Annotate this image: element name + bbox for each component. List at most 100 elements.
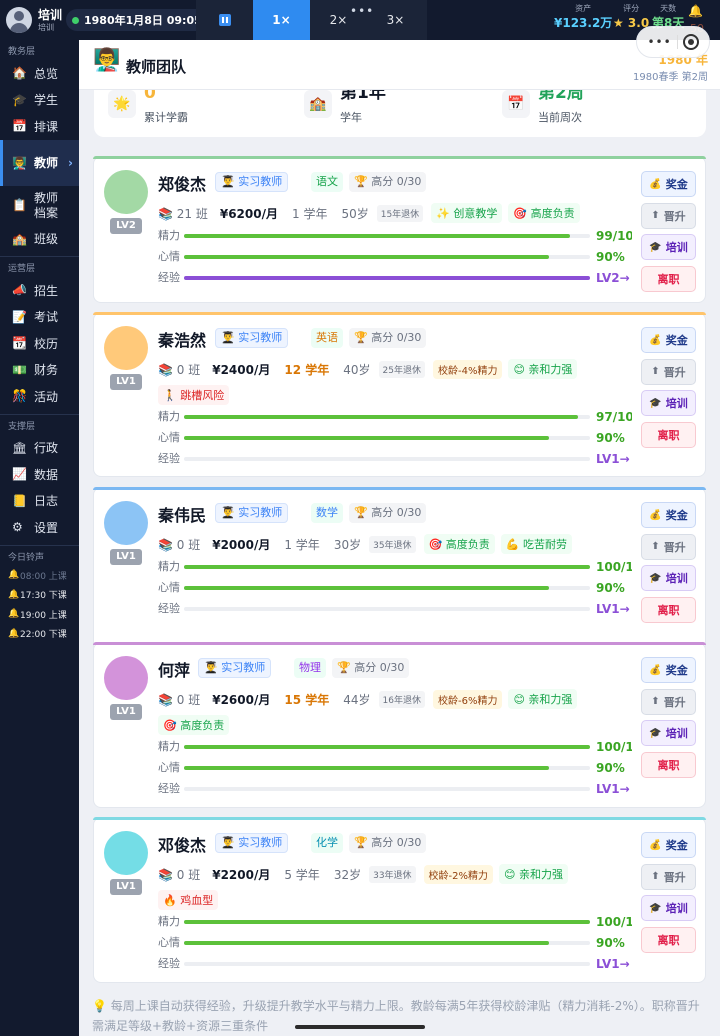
teacher-avatar[interactable] [104,656,148,700]
mood-bar: 心情 90% [158,761,630,775]
bar-track [184,255,590,259]
bar-value: 100/10 [596,915,632,929]
teacher-card: LV1 秦浩然 👨‍🎓 实习教师 英语 🏆 高分 0/30 📚 0 班 ¥2400/月 12 … [93,312,706,477]
train-button[interactable]: 🎓 培训 [641,234,696,260]
sidebar-divider [0,413,79,415]
teacher-name[interactable]: 秦浩然 [158,327,206,351]
sidebar-item-calendar[interactable]: 📆 校历 [0,330,79,357]
promote-button[interactable]: ⬆ 晋升 [641,688,696,715]
monthly-salary: ¥6200/月 [219,206,278,221]
sidebar-item-admissions[interactable]: 📣 招生 [0,277,79,304]
sidebar-item-classes[interactable]: 🏫 班级 [0,226,79,253]
dismiss-button[interactable]: 离职 [641,751,696,778]
bar-value: 90% [596,431,625,445]
promote-button[interactable]: ⬆ 晋升 [641,863,696,890]
train-button[interactable]: 🎓 培训 [641,720,696,746]
more-dots-icon[interactable]: ••• [350,4,374,18]
promote-button[interactable]: ⬆ 晋升 [641,358,696,385]
energy-bar: 精力 100/10 [158,560,632,574]
teaching-years: 1 学年 [284,537,320,552]
train-button[interactable]: 🎓 培训 [641,565,696,591]
sidebar-item-teachers[interactable]: 👨‍🏫 教师 › [0,139,79,186]
sidebar-item-label: 考试 [34,310,59,325]
footer-tip: 💡 每周上课自动获得经验，升级提升教学水平与精力上限。教龄每满5年获得校龄津贴（… [92,999,700,1033]
speed-1x-button[interactable]: 1× [253,0,310,40]
arrow-up-icon: ⬆ [651,696,660,707]
bar-value: 100/10 [596,560,632,574]
promote-button[interactable]: ⬆ 晋升 [641,533,696,560]
summary-value: 第1年 [340,90,386,103]
teacher-name[interactable]: 郑俊杰 [158,171,206,195]
pause-button[interactable] [196,0,253,40]
class-books-icon: 📚 [158,206,177,221]
speed-3x-button[interactable]: 3× [367,0,424,40]
high-score-text: 高分 0/30 [371,331,422,344]
bonus-button[interactable]: 💰 奖金 [641,502,696,528]
summary-label: 当前周次 [538,110,582,124]
header-season: 1980春季 第2周 [633,72,708,83]
teacher-name[interactable]: 秦伟民 [158,502,206,526]
teacher-name[interactable]: 邓俊杰 [158,832,206,856]
teacher-name[interactable]: 何萍 [158,657,190,681]
bonus-button[interactable]: 💰 奖金 [641,171,696,197]
bar-value: LV1→ [596,452,630,466]
teacher-cap-icon: 👨‍🎓 [204,661,222,674]
sidebar-item-activities[interactable]: 🎊 活动 [0,383,79,410]
intern-label: 实习教师 [238,506,283,519]
sidebar-item-schedule[interactable]: 📅 排课 [0,113,79,140]
sidebar-item-teacher-files[interactable]: 📋 教师档案 [0,186,79,226]
home-indicator[interactable] [295,1025,425,1029]
bonus-button[interactable]: 💰 奖金 [641,832,696,858]
sidebar-item-logs[interactable]: 📒 日志 [0,488,79,515]
teacher-avatar[interactable] [104,326,148,370]
page-title: 教师团队 [126,58,187,76]
bonus-button[interactable]: 💰 奖金 [641,657,696,683]
teacher-avatar[interactable] [104,831,148,875]
class-count-text: 0 班 [176,692,201,707]
bonus-button[interactable]: 💰 奖金 [641,327,696,353]
nav-icon: 🎊 [12,389,27,404]
dismiss-button[interactable]: 离职 [641,926,696,953]
sidebar-item-finance[interactable]: 💵 财务 [0,357,79,384]
chevron-right-icon: › [68,155,73,170]
teacher-avatar[interactable] [104,170,148,214]
close-target-icon[interactable] [682,34,699,50]
bell-icon: 🔔 [8,628,20,639]
level-badge: LV1 [110,879,142,895]
user-avatar[interactable] [6,7,32,33]
sidebar-item-settings[interactable]: ⚙ 设置 [0,514,79,541]
app-title: 培训 [38,7,63,22]
more-menu-icon[interactable]: ••• [647,35,671,49]
arrow-up-icon: ⬆ [651,210,660,221]
page-header: 👨‍🏫 教师团队 1980 年 1980春季 第2周 [79,40,720,90]
sidebar-item-overview[interactable]: 🏠 总览 [0,60,79,87]
game-date-text: 1980年1月8日 09:05 [84,14,202,27]
train-button[interactable]: 🎓 培训 [641,390,696,416]
trait-tag: 😊 亲和力强 [499,864,568,884]
promote-button[interactable]: ⬆ 晋升 [641,202,696,229]
bar-track [184,920,590,924]
sidebar-item-data[interactable]: 📈 数据 [0,461,79,488]
dismiss-button[interactable]: 离职 [641,421,696,448]
mini-program-capsule[interactable]: ••• [636,26,710,58]
sidebar-item-students[interactable]: 🎓 学生 [0,87,79,114]
trait-tag: 🎯 高度负责 [423,534,495,554]
notification-bell-icon[interactable]: 🔔 [688,4,703,18]
intern-label: 实习教师 [238,836,283,849]
bell-schedule-item: 🔔 08:00 上课 [0,566,79,586]
dismiss-button[interactable]: 离职 [641,596,696,623]
intern-label: 实习教师 [238,331,283,344]
dismiss-button[interactable]: 离职 [641,265,696,292]
extra-traits-row: 🎯 高度负责 [158,715,235,735]
button-label: 晋升 [663,209,686,223]
app-subtitle: 培训 [38,22,54,32]
train-button[interactable]: 🎓 培训 [641,895,696,921]
experience-bar: 经验 LV1→ [158,452,630,466]
trophy-icon: 🏆 [354,331,372,344]
card-accent-bar [93,817,706,820]
sidebar-item-exams[interactable]: 📝 考试 [0,304,79,331]
sidebar-item-label: 校历 [34,336,59,351]
sidebar-item-administration[interactable]: 🏛 行政 [0,435,79,462]
summary-icon: 📅 [502,90,530,118]
teacher-avatar[interactable] [104,501,148,545]
